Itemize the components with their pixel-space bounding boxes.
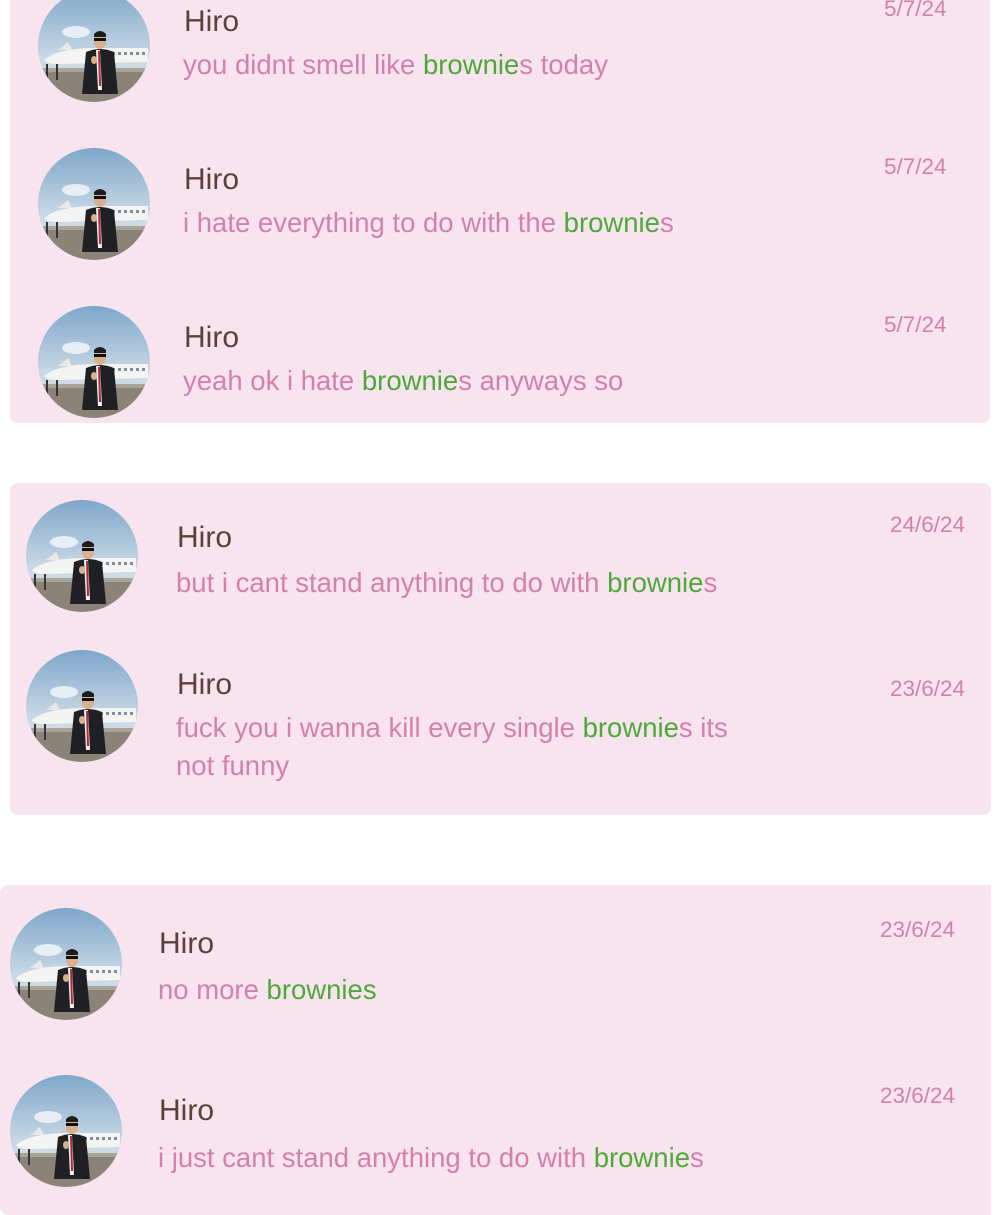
message-group: Hiro you didnt smell like brownies today… (10, 0, 990, 423)
message-date: 23/6/24 (880, 1083, 956, 1108)
message-row[interactable]: Hiro i hate everything to do with the br… (10, 148, 990, 293)
sender-name: Hiro (159, 927, 215, 960)
avatar[interactable] (26, 500, 138, 612)
message-text: i just cant stand anything to do with br… (158, 1142, 704, 1173)
message-row[interactable]: Hiro fuck you i wanna kill every single … (10, 633, 991, 815)
message-date: 5/7/24 (884, 0, 947, 21)
highlighted-word: brownies (266, 974, 377, 1005)
message-text: but i cant stand anything to do with bro… (176, 567, 718, 598)
avatar-photo-icon (10, 1075, 122, 1187)
sender-name: Hiro (159, 1094, 215, 1127)
avatar-photo-icon (10, 908, 122, 1020)
sender-name: Hiro (177, 521, 233, 554)
highlighted-word: brownie (582, 712, 679, 743)
message-text: i hate everything to do with the brownie… (183, 207, 674, 238)
avatar-photo-icon (38, 0, 150, 102)
highlighted-word: brownie (361, 365, 459, 396)
message-row[interactable]: Hiro no more brownies 23/6/24 (0, 885, 991, 1050)
avatar[interactable] (10, 908, 122, 1020)
message-text: you didnt smell like brownies today (183, 49, 608, 80)
sender-name: Hiro (184, 163, 240, 196)
avatar-photo-icon (38, 306, 150, 418)
sender-name: Hiro (184, 321, 240, 354)
message-row[interactable]: Hiro but i cant stand anything to do wit… (10, 483, 991, 633)
avatar-photo-icon (38, 148, 150, 260)
highlighted-word: brownie (607, 567, 704, 598)
message-group: Hiro but i cant stand anything to do wit… (10, 483, 991, 815)
highlighted-word: brownie (563, 207, 660, 238)
highlighted-word: brownie (593, 1142, 690, 1173)
message-text: no more brownies (158, 974, 377, 1005)
message-row[interactable]: Hiro you didnt smell like brownies today… (10, 0, 990, 135)
message-text: yeah ok i hate brownies anyways so (183, 365, 624, 396)
avatar[interactable] (38, 306, 150, 418)
message-date: 5/7/24 (884, 312, 947, 337)
avatar[interactable] (38, 0, 150, 102)
avatar[interactable] (10, 1075, 122, 1187)
message-date: 23/6/24 (890, 676, 966, 701)
message-row[interactable]: Hiro i just cant stand anything to do wi… (0, 1050, 991, 1215)
avatar[interactable] (26, 650, 138, 762)
message-text: fuck you i wanna kill every single brown… (176, 712, 728, 781)
message-group: Hiro no more brownies 23/6/24 Hiro i jus… (0, 885, 991, 1215)
message-date: 5/7/24 (884, 154, 947, 179)
message-date: 23/6/24 (880, 917, 956, 942)
message-date: 24/6/24 (890, 512, 966, 537)
sender-name: Hiro (177, 668, 233, 701)
highlighted-word: brownie (422, 49, 520, 80)
sender-name: Hiro (184, 5, 240, 38)
avatar[interactable] (38, 148, 150, 260)
avatar-photo-icon (26, 650, 138, 762)
avatar-photo-icon (26, 500, 138, 612)
message-row[interactable]: Hiro yeah ok i hate brownies anyways so … (10, 306, 990, 451)
